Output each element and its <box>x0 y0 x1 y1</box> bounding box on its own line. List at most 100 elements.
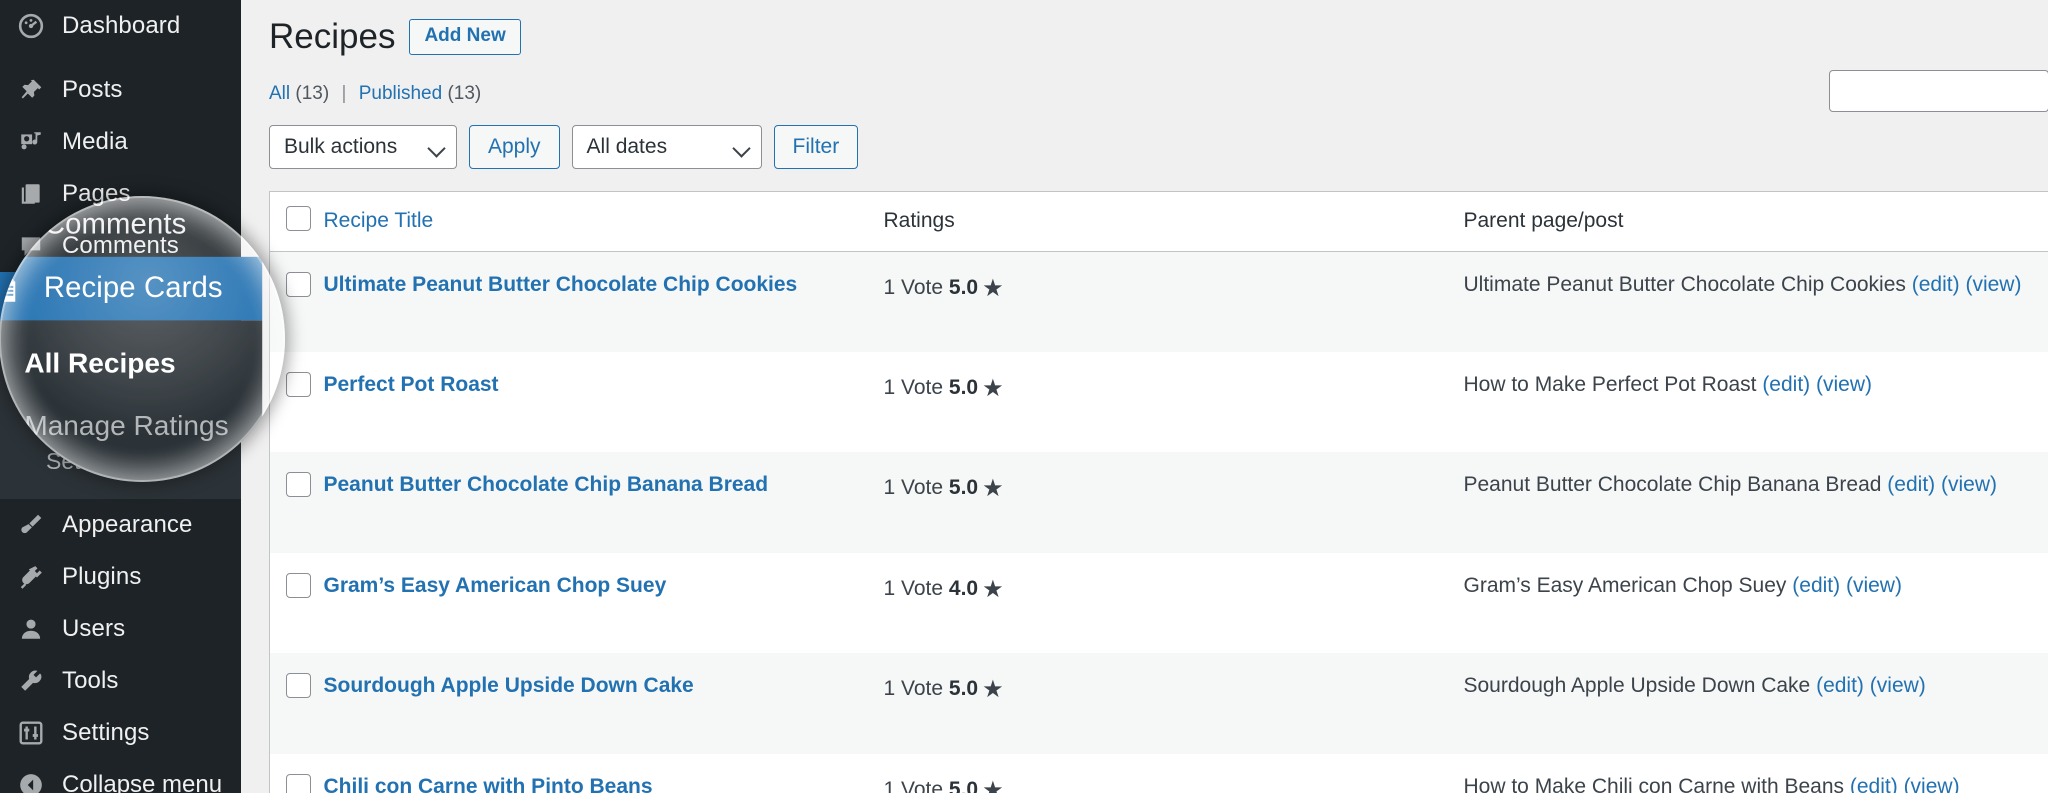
row-checkbox[interactable] <box>286 271 311 297</box>
parent-page-cell: Peanut Butter Chocolate Chip Banana Brea… <box>1464 452 2048 552</box>
table-body: Ultimate Peanut Butter Chocolate Chip Co… <box>269 251 2048 793</box>
parent-edit-link[interactable]: (edit) <box>1762 373 1810 396</box>
parent-view-link[interactable]: (view) <box>1965 273 2021 296</box>
sidebar-item-plugins[interactable]: Plugins <box>0 551 241 603</box>
rating-cell: 1 Vote 4.0 ★ <box>884 553 1464 653</box>
row-checkbox[interactable] <box>286 773 311 793</box>
recipe-title-link[interactable]: Ultimate Peanut Butter Chocolate Chip Co… <box>324 273 798 296</box>
view-link-all[interactable]: All <box>269 83 290 104</box>
settings-sliders-icon <box>14 720 48 746</box>
recipe-cards-icon <box>14 285 48 311</box>
wrench-icon <box>14 668 48 694</box>
vote-count: 1 Vote <box>883 275 944 299</box>
row-checkbox[interactable] <box>286 572 311 598</box>
sidebar-item-label: Media <box>62 128 128 155</box>
search-box[interactable] <box>1829 70 2048 112</box>
parent-page-name: Sourdough Apple Upside Down Cake <box>1463 674 1811 698</box>
recipe-title-cell: Peanut Butter Chocolate Chip Banana Brea… <box>324 452 884 552</box>
sidebar-item-comments[interactable]: Comments <box>0 220 241 272</box>
collapse-menu-button[interactable]: Collapse menu <box>0 759 241 793</box>
row-checkbox[interactable] <box>286 371 311 397</box>
recipe-title-link[interactable]: Gram’s Easy American Chop Suey <box>324 574 667 597</box>
sidebar-item-label: Dashboard <box>62 12 181 39</box>
views-filter-links: All (13) | Published (13) <box>269 83 2048 105</box>
sidebar-item-pages[interactable]: Pages <box>0 168 241 220</box>
sidebar-item-label: Comments <box>62 232 179 259</box>
parent-edit-link[interactable]: (edit) <box>1816 674 1864 697</box>
sidebar-item-dashboard[interactable]: Dashboard <box>0 0 241 52</box>
star-icon: ★ <box>982 274 1004 302</box>
recipe-title-cell: Chili con Carne with Pinto Beans <box>324 754 884 793</box>
sidebar-item-settings[interactable]: Settings <box>0 707 241 759</box>
sidebar-item-label: Plugins <box>62 563 142 591</box>
view-count-published: (13) <box>447 82 482 104</box>
date-filter-select[interactable]: All dates <box>571 124 762 169</box>
recipe-title-link[interactable]: Peanut Butter Chocolate Chip Banana Brea… <box>324 473 769 496</box>
sidebar-item-appearance[interactable]: Appearance <box>0 499 241 551</box>
recipe-title-link[interactable]: Chili con Carne with Pinto Beans <box>324 775 653 793</box>
rating-cell: 1 Vote 5.0 ★ <box>884 352 1464 452</box>
chevron-down-icon <box>731 138 751 158</box>
main-content: Recipes Add New All (13) | Published (13… <box>241 0 2048 793</box>
sidebar-item-users[interactable]: Users <box>0 603 241 655</box>
submenu-item-settings[interactable]: Settings <box>0 436 241 487</box>
paintbrush-icon <box>14 512 48 538</box>
wordpress-admin-screen: Dashboard Posts Media Pages Comments Rec… <box>0 0 2048 793</box>
select-all-header <box>269 191 324 252</box>
sidebar-item-posts[interactable]: Posts <box>0 64 241 116</box>
sidebar-item-tools[interactable]: Tools <box>0 655 241 707</box>
table-header-row: Recipe Title Ratings Parent page/post <box>269 191 2048 252</box>
table-row: Gram’s Easy American Chop Suey 1 Vote 4.0… <box>269 552 2048 654</box>
parent-view-link[interactable]: (view) <box>1846 574 1902 597</box>
select-all-checkbox[interactable] <box>286 205 311 231</box>
parent-view-link[interactable]: (view) <box>1816 373 1872 396</box>
recipe-title-link[interactable]: Sourdough Apple Upside Down Cake <box>324 674 694 697</box>
parent-page-name: Peanut Butter Chocolate Chip Banana Brea… <box>1463 473 1882 497</box>
parent-edit-link[interactable]: (edit) <box>1887 473 1935 496</box>
parent-edit-link[interactable]: (edit) <box>1792 574 1840 597</box>
submenu-item-manage-ratings[interactable]: Manage Ratings <box>0 385 241 436</box>
pages-icon <box>14 181 48 207</box>
sidebar-item-label: Users <box>62 615 126 643</box>
parent-edit-link[interactable]: (edit) <box>1912 273 1960 296</box>
row-select-cell <box>270 653 324 753</box>
submenu-item-all-recipes[interactable]: All Recipes <box>0 334 241 385</box>
rating-score: 5.0 <box>948 677 979 701</box>
parent-view-link[interactable]: (view) <box>1904 775 1960 793</box>
user-icon <box>14 616 48 642</box>
column-header-title-link[interactable]: Recipe Title <box>324 209 434 232</box>
parent-page-name: Ultimate Peanut Butter Chocolate Chip Co… <box>1463 272 1906 296</box>
apply-button[interactable]: Apply <box>469 124 560 169</box>
parent-page-cell: Gram’s Easy American Chop Suey (edit) (v… <box>1464 553 2048 653</box>
star-icon: ★ <box>982 676 1004 704</box>
row-checkbox[interactable] <box>286 673 311 699</box>
row-checkbox[interactable] <box>286 472 311 498</box>
chevron-down-icon <box>427 138 446 158</box>
collapse-menu-label: Collapse menu <box>62 771 223 793</box>
parent-view-link[interactable]: (view) <box>1870 674 1926 697</box>
view-link-published[interactable]: Published <box>359 83 442 104</box>
parent-edit-link[interactable]: (edit) <box>1850 775 1898 793</box>
vote-count: 1 Vote <box>883 476 944 500</box>
sidebar-item-recipe-cards[interactable]: Recipe Cards <box>0 272 241 324</box>
bulk-actions-select[interactable]: Bulk actions <box>269 124 457 169</box>
sidebar-item-label: Recipe Cards <box>62 284 209 311</box>
sidebar-item-label: Posts <box>62 76 123 103</box>
pin-icon <box>14 77 48 103</box>
search-input[interactable] <box>1830 71 2048 111</box>
add-new-button[interactable]: Add New <box>409 19 521 56</box>
table-row: Perfect Pot Roast 1 Vote 5.0 ★ How to Make … <box>269 351 2048 453</box>
filter-button[interactable]: Filter <box>773 124 859 169</box>
recipe-title-link[interactable]: Perfect Pot Roast <box>324 373 499 396</box>
parent-view-link[interactable]: (view) <box>1941 473 1997 496</box>
parent-page-cell: Sourdough Apple Upside Down Cake (edit) … <box>1464 653 2048 753</box>
row-select-cell <box>270 754 324 793</box>
sidebar-item-media[interactable]: Media <box>0 116 241 168</box>
date-filter-value: All dates <box>586 134 668 158</box>
bulk-actions-value: Bulk actions <box>284 134 398 158</box>
rating-cell: 1 Vote 5.0 ★ <box>884 452 1464 552</box>
rating-score: 4.0 <box>948 576 979 600</box>
recipe-title-cell: Sourdough Apple Upside Down Cake <box>324 653 884 753</box>
star-icon: ★ <box>982 776 1004 793</box>
column-header-parent: Parent page/post <box>1463 191 2048 252</box>
